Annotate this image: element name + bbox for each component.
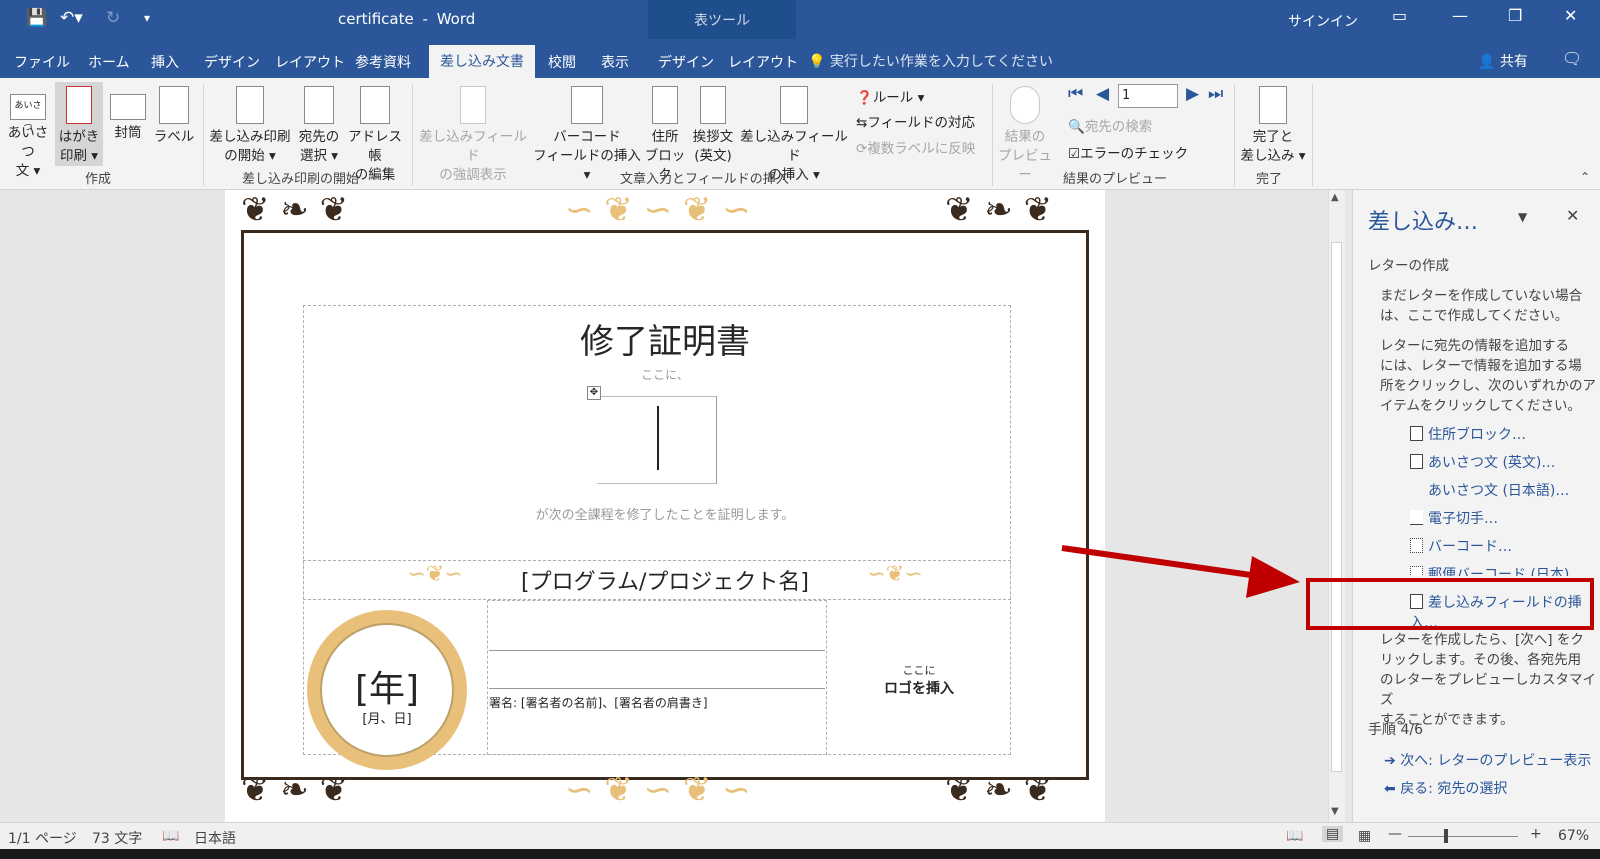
language[interactable]: 日本語: [194, 828, 236, 848]
zoom-level[interactable]: 67%: [1558, 828, 1589, 844]
web-layout-icon[interactable]: ▦: [1358, 828, 1371, 844]
read-mode-icon[interactable]: 📖: [1286, 828, 1303, 844]
word-count[interactable]: 73 文字: [92, 828, 142, 848]
page-count[interactable]: 1/1 ページ: [8, 828, 77, 848]
highlight-box: [1306, 578, 1594, 630]
zoom-slider[interactable]: [1408, 836, 1518, 837]
zoom-slider-thumb[interactable]: [1444, 829, 1448, 843]
taskbar-strip: [0, 849, 1600, 859]
zoom-in-icon[interactable]: +: [1530, 826, 1542, 842]
zoom-out-icon[interactable]: —: [1388, 826, 1402, 842]
annotation-arrow: [1061, 545, 1300, 598]
print-layout-icon[interactable]: ▤: [1322, 826, 1344, 842]
table-tools-context-header: 表ツール: [648, 0, 796, 39]
proofing-icon[interactable]: 📖: [162, 828, 179, 844]
